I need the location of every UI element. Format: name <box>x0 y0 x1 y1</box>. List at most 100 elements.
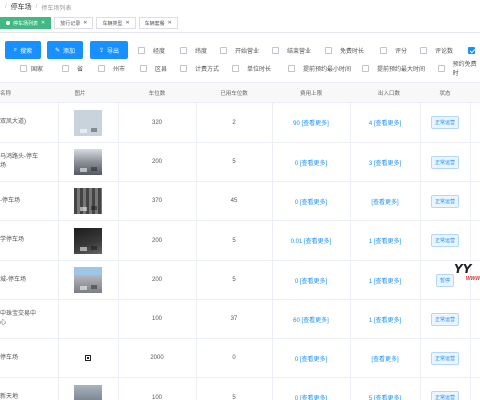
checkbox[interactable] <box>438 64 445 72</box>
search-button[interactable]: ⌕ 搜索 <box>5 41 41 59</box>
toggle-label: 计费方式 <box>195 66 220 73</box>
total-spaces: 370 <box>151 198 162 204</box>
header-total: 车位数 <box>148 91 166 97</box>
toggle-close-time[interactable]: 结束营业 <box>272 45 311 55</box>
breadcrumb-current[interactable]: 停车场 <box>11 2 32 12</box>
parking-thumbnail[interactable] <box>74 227 102 254</box>
entrances-link[interactable]: 1 [查看更多] <box>350 221 420 260</box>
checkbox[interactable] <box>325 46 332 54</box>
used-spaces: 2 <box>232 119 236 126</box>
fee-limit-link[interactable]: 0 [查看更多] <box>272 261 350 299</box>
fee-limit-link[interactable]: 0 [查看更多] <box>272 182 350 220</box>
checkbox[interactable] <box>62 64 69 72</box>
parking-thumbnail[interactable] <box>74 109 102 136</box>
toggle-open-time[interactable]: 开始营业 <box>220 45 259 55</box>
entrances-link[interactable]: 4 [查看更多] <box>350 103 420 142</box>
table-row: 新天地 100 5 0 [查看更多] 5 [查看更多] 正常运营 <box>0 378 480 400</box>
close-icon[interactable]: ✕ <box>125 20 129 26</box>
checkbox[interactable] <box>232 64 239 72</box>
status-badge: 正常运营 <box>430 155 459 169</box>
entrances-link[interactable]: 5 [查看更多] <box>350 378 420 400</box>
entrances-link[interactable]: 3 [查看更多] <box>350 143 420 181</box>
toggle-extra[interactable] <box>468 45 480 55</box>
total-spaces: 2000 <box>150 355 164 361</box>
fee-limit-link[interactable]: 0 [查看更多] <box>272 339 350 377</box>
toggle-rating[interactable]: 评分 <box>380 45 407 55</box>
toggle-label: 免费时长 <box>340 48 365 55</box>
used-spaces: 5 <box>232 237 236 244</box>
total-spaces: 100 <box>151 394 162 400</box>
toggle-reserve-free[interactable]: 预约免费时 <box>438 62 480 77</box>
toggle-billing-method[interactable]: 计费方式 <box>180 63 219 73</box>
total-spaces: 200 <box>151 159 162 165</box>
add-button[interactable]: ✎ 添加 <box>47 41 83 59</box>
entrances-link[interactable]: [查看更多] <box>350 339 420 377</box>
tab-vehicle-packages[interactable]: 车辆套餐 ✕ <box>138 17 178 29</box>
parking-image <box>58 300 118 338</box>
fee-limit-link[interactable]: 90 [查看更多] <box>272 103 350 142</box>
tab-vehicle-types[interactable]: 车辆类型 ✕ <box>96 17 136 29</box>
checkbox[interactable] <box>220 46 227 54</box>
checkbox[interactable] <box>98 64 105 72</box>
tab-label: 停车场列表 <box>13 20 39 27</box>
column-divider <box>470 103 471 142</box>
entrances-link[interactable]: 1 [查看更多] <box>350 300 420 338</box>
checkbox[interactable] <box>180 64 187 72</box>
toggle-unit-duration[interactable]: 单位时长 <box>232 63 271 73</box>
fee-limit-link[interactable]: 0.01 [查看更多] <box>272 221 350 260</box>
status-badge: 正常运营 <box>430 194 459 208</box>
table-header: 名称 图片 车位数 已用车位数 费用上限 出入口数 状态 <box>0 83 480 103</box>
checkbox[interactable] <box>288 64 295 72</box>
total-spaces: 200 <box>151 277 162 283</box>
tab-release-records[interactable]: 放行记录 ✕ <box>54 17 94 29</box>
parking-thumbnail[interactable] <box>74 188 102 214</box>
parking-image <box>58 103 118 142</box>
toggle-label: 评分 <box>395 48 408 55</box>
tabs-divider <box>0 32 480 33</box>
close-icon[interactable]: ✕ <box>168 20 172 26</box>
export-button[interactable]: ⇪ 导出 <box>90 41 128 59</box>
checkbox[interactable] <box>272 46 279 54</box>
toggle-free-duration[interactable]: 免费时长 <box>325 45 364 55</box>
checkbox[interactable] <box>140 64 147 72</box>
checkbox[interactable] <box>362 64 369 72</box>
fee-limit-link[interactable]: 60 [查看更多] <box>272 300 350 338</box>
checkbox[interactable] <box>420 46 427 54</box>
toggle-review-count[interactable]: 评论数 <box>420 45 453 55</box>
toggle-max-reserve[interactable]: 提前预约最大时间 <box>362 63 425 73</box>
fee-limit-link[interactable]: 0 [查看更多] <box>272 378 350 400</box>
toggle-label: 结束营业 <box>287 48 312 55</box>
watermark-sub: WWW <box>465 276 480 282</box>
total-spaces: 100 <box>151 316 162 322</box>
toggle-min-reserve[interactable]: 提前预约最小时间 <box>288 63 351 73</box>
used-spaces: 5 <box>232 159 236 165</box>
toggle-label: 预约免费时 <box>452 62 477 77</box>
parking-thumbnail[interactable] <box>74 267 102 293</box>
fee-limit-link[interactable]: 0 [查看更多] <box>272 143 350 181</box>
entrances-link[interactable]: [查看更多] <box>350 182 420 220</box>
checkbox[interactable] <box>180 46 187 54</box>
toggle-province[interactable]: 省 <box>62 63 83 73</box>
close-icon[interactable]: ✕ <box>83 20 87 26</box>
export-icon: ⇪ <box>98 47 104 54</box>
table-row: 停车场 2000 0 0 [查看更多] [查看更多] 正常运营 <box>0 339 480 378</box>
toggle-city[interactable]: 州市 <box>98 63 125 73</box>
export-button-label: 导出 <box>107 48 120 55</box>
toggle-label: 国家 <box>31 66 44 73</box>
tab-label: 放行记录 <box>60 20 81 27</box>
entrances-link[interactable]: 1 [查看更多] <box>350 261 420 299</box>
tab-parking-list[interactable]: 停车场列表 ✕ <box>0 17 52 29</box>
parking-thumbnail[interactable] <box>74 149 102 175</box>
close-icon[interactable]: ✕ <box>41 20 45 26</box>
checkbox[interactable] <box>138 46 145 54</box>
toggle-country[interactable]: 国家 <box>20 63 43 73</box>
header-entrances: 出入口数 <box>377 91 400 97</box>
toggle-district[interactable]: 区县 <box>140 63 167 73</box>
toggle-latitude[interactable]: 纬度 <box>180 45 207 55</box>
status-cell: 正常运营 <box>420 221 470 260</box>
checkbox-checked[interactable] <box>468 46 475 54</box>
checkbox[interactable] <box>380 46 387 54</box>
toggle-longitude[interactable]: 经度 <box>138 45 165 55</box>
parking-thumbnail[interactable] <box>74 384 102 400</box>
checkbox[interactable] <box>20 64 27 72</box>
